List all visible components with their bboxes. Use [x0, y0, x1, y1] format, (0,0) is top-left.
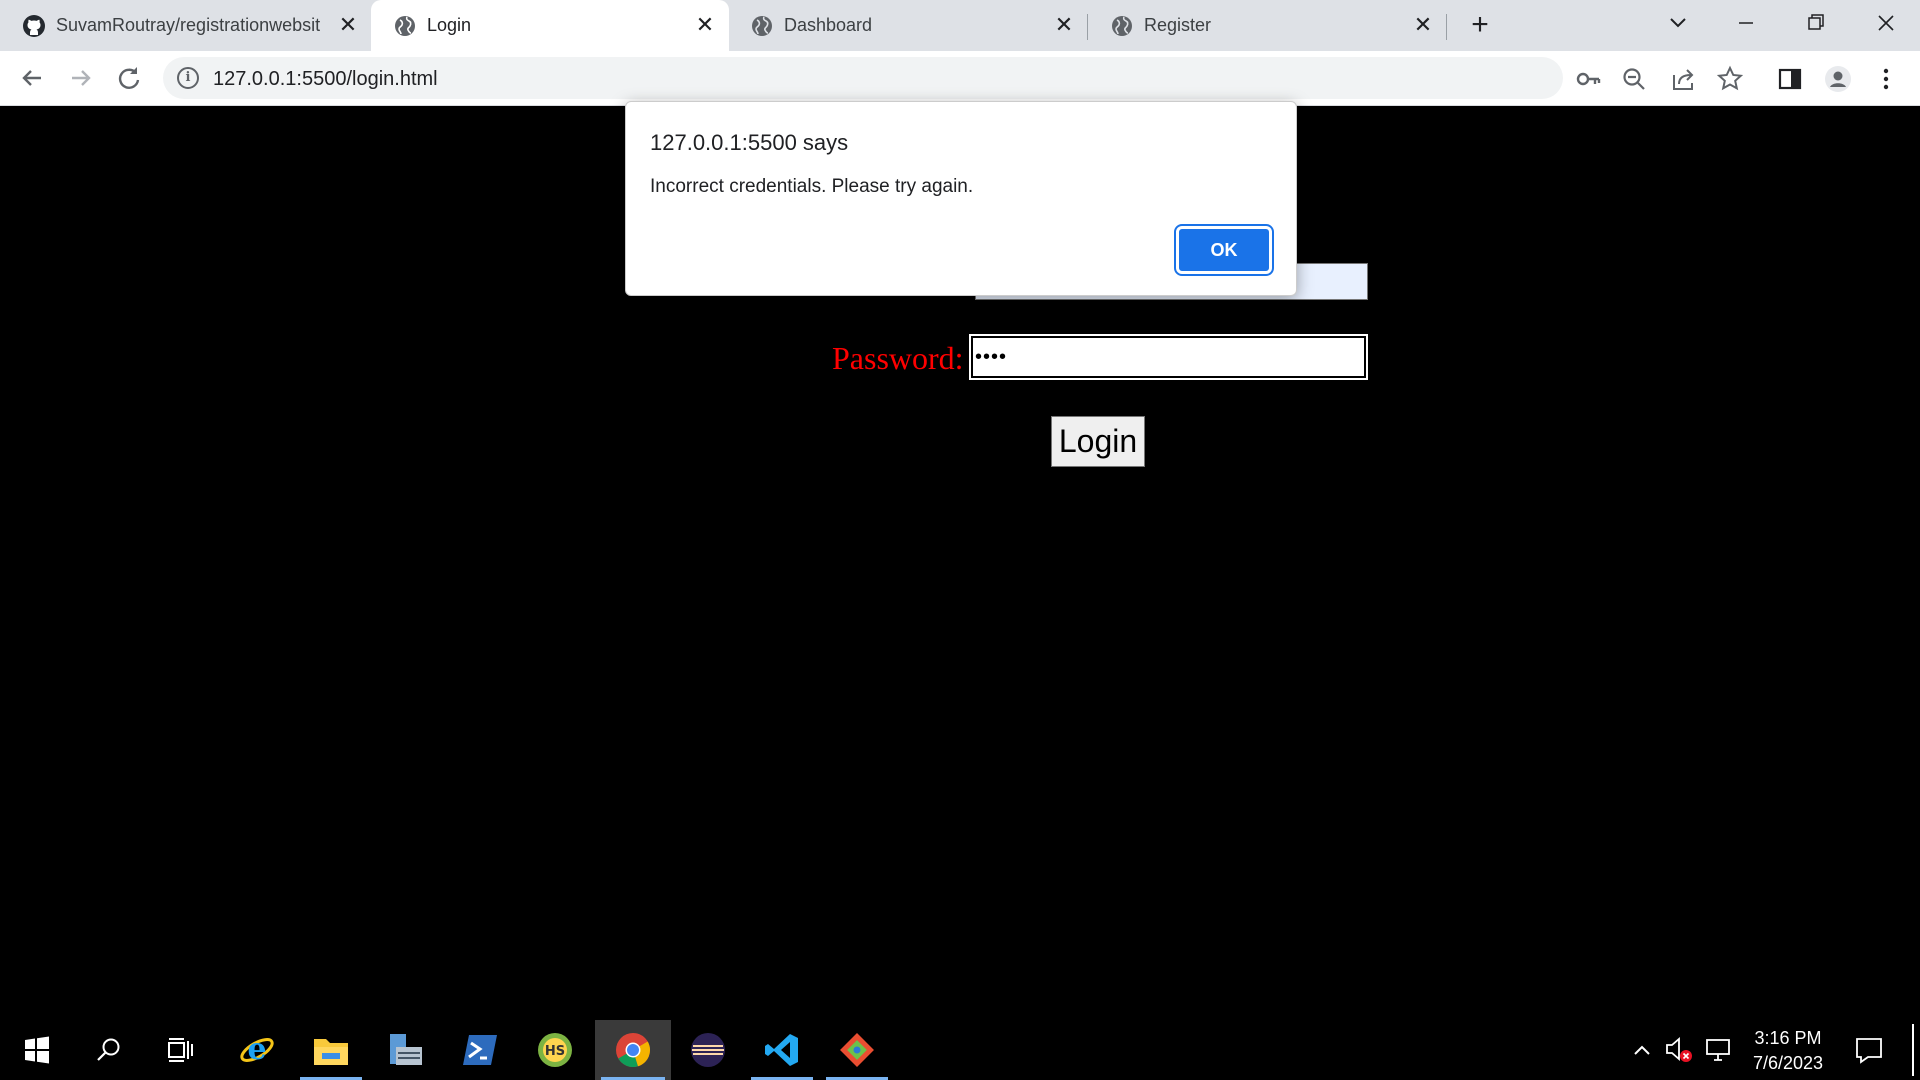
back-arrow-icon[interactable]: [17, 63, 47, 93]
globe-icon: [1112, 16, 1132, 36]
tab-dashboard[interactable]: Dashboard ✕: [728, 0, 1086, 51]
taskbar-chrome[interactable]: [595, 1020, 671, 1080]
chrome-icon: [616, 1033, 651, 1068]
share-icon[interactable]: [1669, 65, 1697, 93]
start-button[interactable]: [0, 1020, 74, 1080]
login-button[interactable]: Login: [1051, 416, 1145, 467]
server-manager-icon: [390, 1034, 422, 1065]
internet-explorer-icon: e: [240, 1032, 274, 1067]
url-text[interactable]: 127.0.0.1:5500/login.html: [213, 68, 438, 91]
dialog-origin: 127.0.0.1:5500 says: [650, 130, 849, 155]
heidisql-icon: HS: [538, 1033, 572, 1067]
taskbar-git-gui[interactable]: [820, 1020, 894, 1080]
powershell-icon: [463, 1035, 497, 1065]
close-window-icon[interactable]: [1868, 8, 1904, 38]
new-tab-button[interactable]: +: [1466, 10, 1494, 40]
taskbar-file-explorer[interactable]: [294, 1020, 368, 1080]
eclipse-icon: [691, 1033, 725, 1067]
tab-separator: [1446, 14, 1447, 40]
vscode-icon: [765, 1034, 798, 1066]
tab-close-button[interactable]: ✕: [336, 13, 360, 37]
tab-title: Dashboard: [784, 15, 873, 35]
globe-icon: [752, 16, 772, 36]
minimize-icon[interactable]: [1728, 8, 1764, 38]
taskbar-ie[interactable]: e: [220, 1020, 294, 1080]
start-icon: [25, 1036, 49, 1064]
side-panel-icon[interactable]: [1776, 65, 1804, 93]
tab-github[interactable]: SuvamRoutray/registrationwebsit ✕: [0, 0, 370, 51]
tab-close-button[interactable]: ✕: [1052, 13, 1076, 37]
profile-avatar-icon[interactable]: [1824, 65, 1852, 93]
dialog-message: Incorrect credentials. Please try again.: [650, 176, 974, 197]
search-button[interactable]: [72, 1020, 146, 1080]
key-icon[interactable]: [1574, 65, 1602, 93]
taskbar-heidisql[interactable]: HS: [518, 1020, 592, 1080]
github-icon: [23, 15, 45, 37]
menu-kebab-icon[interactable]: [1872, 65, 1900, 93]
tab-title: SuvamRoutray/registrationwebsit: [56, 15, 321, 35]
tab-search-chevron-icon[interactable]: [1660, 8, 1696, 38]
task-view-button[interactable]: [143, 1020, 217, 1080]
password-label: Password:: [832, 340, 964, 376]
clock-date: 7/6/2023: [1752, 1053, 1824, 1073]
restore-icon[interactable]: [1798, 8, 1834, 38]
git-gui-icon: [840, 1033, 874, 1067]
svg-text:e: e: [247, 1032, 266, 1067]
site-info-icon[interactable]: i: [177, 67, 199, 89]
tab-register[interactable]: Register ✕: [1088, 0, 1446, 51]
taskbar-powershell[interactable]: [443, 1020, 517, 1080]
zoom-out-icon[interactable]: [1620, 65, 1648, 93]
tab-login[interactable]: Login ✕: [371, 0, 729, 51]
chevron-up-icon[interactable]: [1630, 1038, 1654, 1062]
svg-text:HS: HS: [545, 1044, 565, 1059]
reload-icon[interactable]: [114, 63, 144, 93]
volume-muted-icon[interactable]: [1664, 1034, 1698, 1064]
bookmark-star-icon[interactable]: [1716, 65, 1744, 93]
action-center-icon[interactable]: [1854, 1036, 1884, 1064]
forward-arrow-icon[interactable]: [66, 63, 96, 93]
clock-time: 3:16 PM: [1754, 1028, 1822, 1048]
address-bar[interactable]: i 127.0.0.1:5500/login.html: [163, 57, 1563, 99]
browser-toolbar: i 127.0.0.1:5500/login.html: [0, 51, 1920, 106]
show-desktop-button[interactable]: [1912, 1024, 1914, 1076]
task-view-icon: [168, 1038, 193, 1062]
password-input[interactable]: ••••: [969, 334, 1368, 380]
search-icon: [97, 1038, 120, 1061]
tab-title: Register: [1144, 15, 1212, 35]
file-explorer-icon: [314, 1039, 348, 1065]
taskbar-vscode[interactable]: [745, 1020, 819, 1080]
alert-dialog: 127.0.0.1:5500 says Incorrect credential…: [625, 101, 1297, 296]
tab-strip: SuvamRoutray/registrationwebsit ✕ Login …: [0, 0, 1920, 51]
windows-taskbar: e HS 3:16 PM 7/6/2023: [0, 1020, 1920, 1080]
globe-icon: [395, 16, 415, 36]
taskbar-server-manager[interactable]: [368, 1020, 442, 1080]
ok-button[interactable]: OK: [1174, 224, 1274, 276]
tab-close-button[interactable]: ✕: [1411, 13, 1435, 37]
system-clock[interactable]: 3:16 PM 7/6/2023: [1740, 1026, 1836, 1076]
network-icon[interactable]: [1704, 1036, 1734, 1064]
taskbar-eclipse[interactable]: [671, 1020, 745, 1080]
tab-close-button[interactable]: ✕: [693, 13, 717, 37]
tab-title: Login: [427, 15, 472, 35]
